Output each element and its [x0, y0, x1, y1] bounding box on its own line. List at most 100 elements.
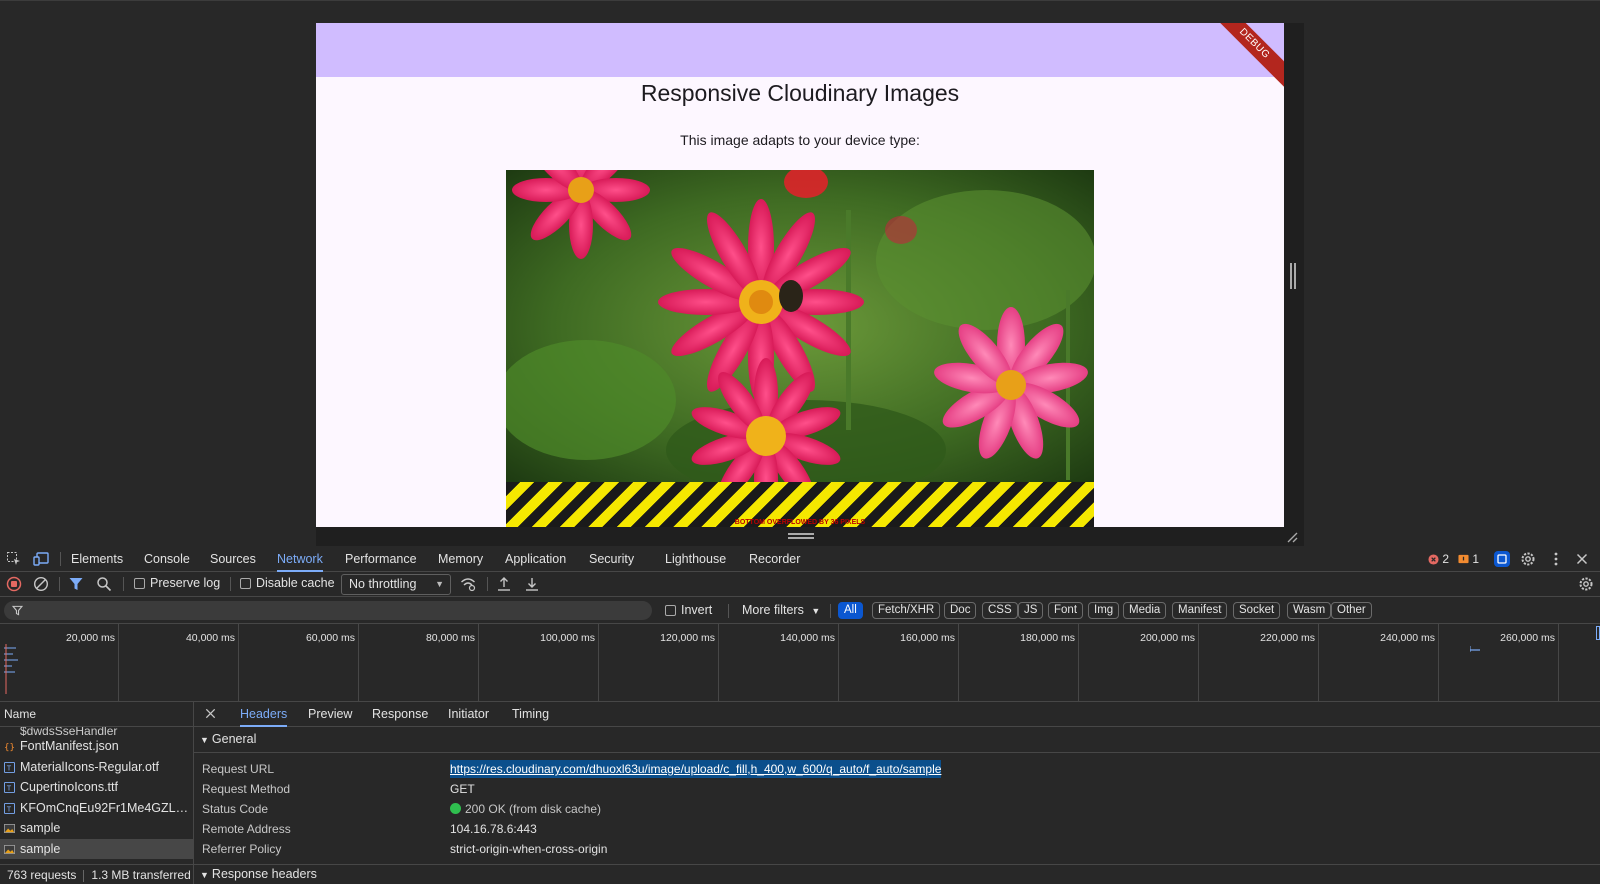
tab-sources[interactable]: Sources: [210, 546, 256, 572]
network-conditions-icon[interactable]: [460, 576, 476, 592]
tab-console[interactable]: Console: [144, 546, 190, 572]
tab-lighthouse[interactable]: Lighthouse: [665, 546, 726, 572]
type-filter-manifest[interactable]: Manifest: [1172, 602, 1228, 619]
type-filter-fetch-xhr[interactable]: Fetch/XHR: [872, 602, 941, 619]
caret-down-icon: ▼: [200, 735, 209, 745]
page-title: Responsive Cloudinary Images: [640, 80, 960, 106]
tab-application[interactable]: Application: [505, 546, 566, 572]
invert-check-box[interactable]: [665, 605, 676, 617]
clear-log-icon[interactable]: [33, 576, 49, 592]
tab-headers[interactable]: Headers: [240, 702, 288, 727]
timeline-gridline: [718, 624, 719, 702]
viewport-width-resize-handle[interactable]: [1290, 263, 1296, 289]
device-toolbar-icon[interactable]: [33, 551, 49, 567]
list-item[interactable]: {} FontManifest.json: [0, 736, 193, 757]
disable-cache-check-box[interactable]: [240, 578, 251, 590]
error-count-badge[interactable]: 2: [1428, 552, 1449, 566]
tab-preview[interactable]: Preview: [308, 702, 352, 727]
list-item[interactable]: $dwdsSseHandler: [0, 727, 193, 736]
network-timeline-overview[interactable]: 20,000 ms 40,000 ms 60,000 ms 80,000 ms …: [0, 624, 1600, 702]
request-name: FontManifest.json: [20, 739, 119, 753]
tab-timing[interactable]: Timing: [512, 702, 549, 727]
ai-assistance-icon[interactable]: [1494, 551, 1510, 567]
close-devtools-icon[interactable]: [1574, 551, 1590, 567]
header-value: GET: [450, 782, 475, 796]
timeline-tick-label: 60,000 ms: [305, 632, 355, 644]
header-value: strict-origin-when-cross-origin: [450, 842, 608, 856]
preserve-log-checkbox[interactable]: Preserve log: [134, 576, 220, 590]
type-filter-media[interactable]: Media: [1123, 602, 1167, 619]
type-filter-other[interactable]: Other: [1331, 602, 1372, 619]
header-value: 200 OK (from disk cache): [450, 800, 601, 818]
preserve-log-check-box[interactable]: [134, 578, 145, 590]
general-section-toggle[interactable]: ▼ General: [200, 732, 256, 746]
warning-count-badge[interactable]: 1: [1458, 552, 1479, 566]
type-filter-doc[interactable]: Doc: [944, 602, 977, 619]
search-icon[interactable]: [96, 576, 112, 592]
list-item[interactable]: T CupertinoIcons.ttf: [0, 777, 193, 798]
type-filter-css[interactable]: CSS: [982, 602, 1018, 619]
header-key: Referrer Policy: [202, 842, 282, 856]
list-item[interactable]: T KFOmCnqEu92Fr1Me4GZLC...: [0, 798, 193, 819]
tab-network[interactable]: Network: [277, 546, 323, 572]
list-item-selected[interactable]: sample: [0, 838, 193, 859]
header-key: Status Code: [202, 802, 269, 816]
timeline-tick-label: 200,000 ms: [1140, 632, 1195, 644]
invert-checkbox[interactable]: Invert: [665, 603, 712, 617]
export-har-icon[interactable]: [524, 576, 540, 592]
error-count: 2: [1442, 552, 1450, 566]
svg-text:T: T: [7, 763, 12, 772]
tab-recorder[interactable]: Recorder: [749, 546, 800, 572]
general-section-title: General: [211, 732, 257, 746]
timeline-tick-label: 240,000 ms: [1380, 632, 1435, 644]
disable-cache-checkbox[interactable]: Disable cache: [240, 576, 335, 590]
detail-tabbar: Headers Preview Response Initiator Timin…: [194, 702, 1600, 727]
list-item[interactable]: T MaterialIcons-Regular.otf: [0, 757, 193, 778]
request-detail-panel: Headers Preview Response Initiator Timin…: [194, 702, 1600, 884]
close-icon[interactable]: [204, 707, 217, 720]
device-viewport: DEBUG Responsive Cloudinary Images This …: [0, 0, 1600, 547]
page-subtitle: This image adapts to your device type:: [680, 132, 920, 148]
section-divider: [194, 864, 1600, 865]
tab-memory[interactable]: Memory: [438, 546, 483, 572]
viewport-height-resize-handle[interactable]: [788, 533, 814, 539]
request-name: KFOmCnqEu92Fr1Me4GZLC...: [20, 800, 193, 815]
import-har-icon[interactable]: [496, 576, 512, 592]
request-list-header-name[interactable]: Name: [0, 702, 193, 727]
settings-gear-icon[interactable]: [1520, 551, 1536, 567]
stop-recording-icon[interactable]: [6, 576, 22, 592]
list-item[interactable]: sample: [0, 818, 193, 839]
timeline-range-handle[interactable]: [1596, 626, 1600, 640]
throttling-select[interactable]: No throttling ▼: [341, 574, 451, 595]
type-filter-wasm[interactable]: Wasm: [1287, 602, 1332, 619]
request-url-link[interactable]: https://res.cloudinary.com/dhuoxl63u/ima…: [450, 760, 942, 778]
filter-input[interactable]: [4, 601, 652, 620]
type-filter-all[interactable]: All: [838, 602, 863, 619]
network-settings-gear-icon[interactable]: [1578, 576, 1594, 592]
tab-initiator[interactable]: Initiator: [448, 702, 489, 727]
type-filter-font[interactable]: Font: [1048, 602, 1084, 619]
request-name: MaterialIcons-Regular.otf: [20, 759, 159, 774]
timeline-tick-label: 120,000 ms: [660, 632, 715, 644]
font-icon: T: [4, 782, 15, 793]
timeline-gridline: [358, 624, 359, 702]
response-headers-section-toggle[interactable]: ▼ Response headers: [200, 867, 317, 881]
tab-elements[interactable]: Elements: [71, 546, 123, 572]
filter-funnel-icon[interactable]: [68, 576, 84, 592]
inspect-element-icon[interactable]: [6, 551, 22, 567]
more-options-icon[interactable]: [1548, 551, 1564, 567]
tab-response[interactable]: Response: [372, 702, 428, 727]
timeline-request-bars: [4, 644, 18, 694]
type-filter-img[interactable]: Img: [1088, 602, 1120, 619]
more-filters-dropdown[interactable]: More filters ▼: [742, 603, 820, 617]
network-toolbar: Preserve log Disable cache No throttling…: [0, 572, 1600, 597]
tab-performance[interactable]: Performance: [345, 546, 417, 572]
caret-down-icon: ▼: [811, 606, 821, 616]
tab-security[interactable]: Security: [589, 546, 634, 572]
overflow-warning-label: BOTTOM OVERFLOWED BY 36 PIXELS: [734, 519, 866, 526]
type-filter-socket[interactable]: Socket: [1233, 602, 1281, 619]
svg-text:T: T: [7, 804, 12, 813]
viewport-corner-resize-icon[interactable]: [1286, 531, 1298, 543]
timeline-tick-label: 180,000 ms: [1020, 632, 1075, 644]
type-filter-js[interactable]: JS: [1018, 602, 1044, 619]
